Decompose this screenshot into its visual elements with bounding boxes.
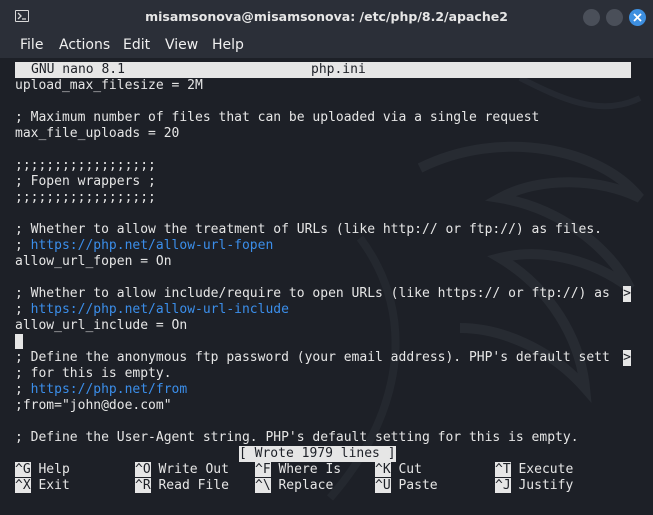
shortcut-where-is[interactable]: ^F Where Is (255, 462, 341, 478)
editor-line: ; for this is empty. (15, 366, 172, 381)
editor-line: ; Define the User-Agent string. PHP's de… (15, 430, 579, 445)
editor-line: ; Whether to allow include/require to op… (15, 286, 610, 301)
title-bar: misamsonova@misamsonova: /etc/php/8.2/ap… (0, 0, 653, 34)
shortcut-replace[interactable]: ^\ Replace (255, 478, 333, 494)
menu-actions[interactable]: Actions (59, 37, 110, 53)
link-allow-url-include[interactable]: https://php.net/allow-url-include (31, 302, 289, 317)
menu-bar: File Actions Edit View Help (0, 34, 653, 58)
menu-edit[interactable]: Edit (123, 37, 150, 53)
terminal-area[interactable]: GNU nano 8.1 php.ini upload_max_filesize… (0, 58, 653, 515)
shortcut-cut[interactable]: ^K Cut (375, 462, 422, 478)
line-truncated-icon: > (623, 286, 631, 302)
nano-filename: php.ini (311, 62, 366, 77)
minimize-icon[interactable] (583, 9, 600, 26)
status-message: [ Wrote 1979 lines ] (239, 446, 396, 462)
nano-version: GNU nano 8.1 (31, 62, 125, 77)
shortcut-help[interactable]: ^G Help (15, 462, 70, 478)
editor-line: allow_url_fopen = On (15, 254, 172, 269)
link-from[interactable]: https://php.net/from (31, 382, 188, 397)
window-title: misamsonova@misamsonova: /etc/php/8.2/ap… (145, 9, 508, 24)
editor-line: ; Maximum number of files that can be up… (15, 110, 540, 125)
editor-line-link: ; https://php.net/allow-url-include (15, 302, 289, 317)
editor-line: allow_url_include = On (15, 318, 188, 333)
editor-line: upload_max_filesize = 2M (15, 78, 203, 93)
shortcut-exit[interactable]: ^X Exit (15, 478, 70, 494)
shortcut-justify[interactable]: ^J Justify (495, 478, 573, 494)
shortcut-read-file[interactable]: ^R Read File (135, 478, 229, 494)
editor-line-link: ; https://php.net/allow-url-fopen (15, 238, 274, 253)
text-cursor (15, 334, 23, 349)
editor-line-link: ; https://php.net/from (15, 382, 188, 397)
shortcut-paste[interactable]: ^U Paste (375, 478, 438, 494)
editor-line: ; Fopen wrappers ; (15, 174, 156, 189)
menu-file[interactable]: File (20, 37, 43, 53)
editor-line: max_file_uploads = 20 (15, 126, 180, 141)
shortcut-write-out[interactable]: ^O Write Out (135, 462, 229, 478)
editor-line: ;from="john@doe.com" (15, 398, 172, 413)
editor-line: ;;;;;;;;;;;;;;;;;; (15, 190, 156, 205)
editor-line: ; Whether to allow the treatment of URLs… (15, 222, 602, 237)
nano-header: GNU nano 8.1 php.ini (15, 62, 631, 78)
menu-view[interactable]: View (165, 37, 198, 53)
maximize-icon[interactable] (606, 9, 623, 26)
close-icon[interactable] (629, 9, 646, 26)
menu-help[interactable]: Help (212, 37, 244, 53)
editor-line: ; Define the anonymous ftp password (you… (15, 350, 610, 365)
shortcut-execute[interactable]: ^T Execute (495, 462, 573, 478)
editor-line: ;;;;;;;;;;;;;;;;;; (15, 158, 156, 173)
link-allow-url-fopen[interactable]: https://php.net/allow-url-fopen (31, 238, 274, 253)
line-truncated-icon: > (623, 350, 631, 366)
